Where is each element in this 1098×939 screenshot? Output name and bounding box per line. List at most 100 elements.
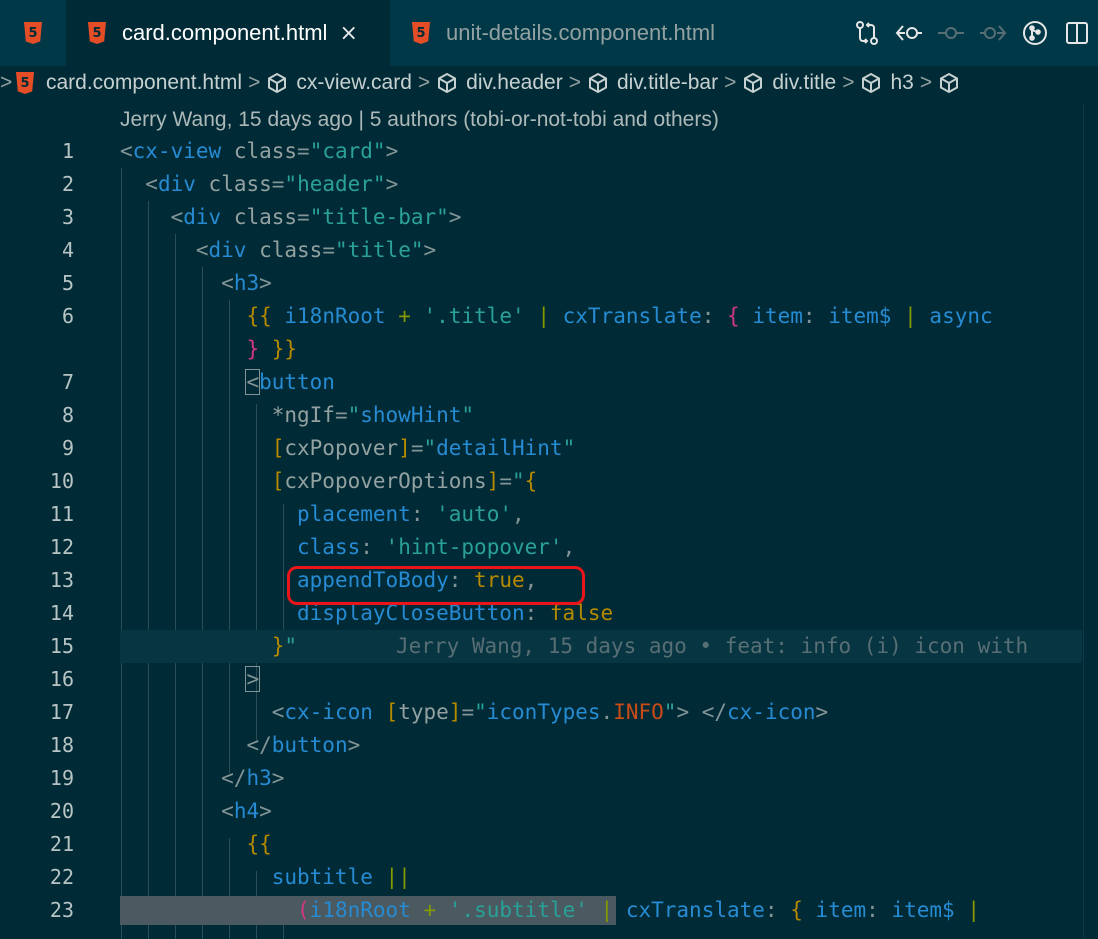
breadcrumb-label: div.header <box>466 71 563 94</box>
html5-icon: 5 <box>24 22 42 44</box>
line-number: 23 <box>49 898 74 922</box>
compare-changes-icon[interactable] <box>846 13 888 53</box>
code-text: <div class="title-bar"> <box>170 205 462 229</box>
line-number: 4 <box>61 238 74 262</box>
code-line: 12 class: 'hint-popover', <box>0 531 1098 564</box>
code-text: *ngIf="showHint" <box>271 403 475 427</box>
code-line: 10 [cxPopoverOptions]="{ <box>0 465 1098 498</box>
breadcrumb-separator: > <box>417 71 431 94</box>
close-icon[interactable]: × <box>339 21 357 46</box>
tab-label: card.component.html <box>122 20 328 45</box>
line-number: 13 <box>49 568 74 592</box>
tab-bar: 5 5 card.component.html × 5 unit-details… <box>0 0 1098 66</box>
html5-icon: 5 <box>88 22 106 44</box>
line-number: 21 <box>49 832 74 856</box>
line-number: 19 <box>49 766 74 790</box>
symbol-cube-icon <box>744 72 763 94</box>
symbol-cube-icon[interactable] <box>938 72 960 94</box>
line-number: 16 <box>49 667 74 691</box>
minimap[interactable] <box>1083 104 1098 939</box>
breadcrumb-item[interactable]: div.header <box>436 71 563 95</box>
breadcrumb-item[interactable]: cx-view.card <box>266 71 412 95</box>
line-number: 2 <box>61 172 74 196</box>
code-text: </button> <box>246 733 361 757</box>
line-number: 11 <box>49 502 74 526</box>
code-text: <button <box>245 369 335 395</box>
breadcrumb-item[interactable]: div.title-bar <box>587 71 718 95</box>
line-number: 6 <box>61 304 74 328</box>
code-text: {{ <box>246 832 272 856</box>
split-editor-icon[interactable] <box>1056 13 1098 53</box>
line-number: 14 <box>49 601 74 625</box>
breadcrumb-overflow[interactable]: > <box>0 71 12 95</box>
line-number: 10 <box>49 469 74 493</box>
line-number: 1 <box>61 139 74 163</box>
code-line: 18 </button> <box>0 729 1098 762</box>
code-line: 7 <button <box>0 366 1098 399</box>
go-back-icon[interactable] <box>888 13 930 53</box>
line-number: 5 <box>61 271 74 295</box>
code-line: 4 <div class="title"> <box>0 234 1098 267</box>
tab-html-file[interactable]: 5 <box>0 0 66 66</box>
code-line: 1 <cx-view class="card"> <box>0 135 1098 168</box>
code-text: <h4> <box>221 799 272 823</box>
inline-blame-annotation[interactable]: Jerry Wang, 15 days ago • feat: info (i)… <box>396 630 1028 663</box>
code-line: 3 <div class="title-bar"> <box>0 201 1098 234</box>
editor-actions <box>846 0 1098 66</box>
code-text: <h3> <box>221 271 272 295</box>
code-line: 23 (i18nRoot + '.subtitle' | cxTranslate… <box>0 894 1098 927</box>
line-number: 17 <box>49 700 74 724</box>
commit-icon[interactable] <box>930 13 972 53</box>
tab-card-component[interactable]: 5 card.component.html × <box>66 0 390 66</box>
go-forward-icon[interactable] <box>972 13 1014 53</box>
code-line: 20 <h4> <box>0 795 1098 828</box>
codelens-blame[interactable]: Jerry Wang, 15 days ago | 5 authors (tob… <box>120 108 719 132</box>
code-text: > <box>245 666 261 692</box>
code-text: class: 'hint-popover', <box>297 535 576 559</box>
tab-label: unit-details.component.html <box>446 20 716 45</box>
line-number: 18 <box>49 733 74 757</box>
html5-icon: 5 <box>16 72 34 94</box>
breadcrumb-item[interactable]: div.title <box>742 71 836 95</box>
breadcrumb-separator: > <box>724 71 737 94</box>
line-number: 7 <box>61 370 74 394</box>
code-line: 19 </h3> <box>0 762 1098 795</box>
line-number: 20 <box>49 799 74 823</box>
code-text: [cxPopover]="detailHint" <box>271 436 576 460</box>
code-line: 22 subtitle || <box>0 861 1098 894</box>
code-text: [cxPopoverOptions]="{ <box>271 469 538 493</box>
breadcrumb-item[interactable]: h3 <box>860 71 914 95</box>
breadcrumb-file[interactable]: card.component.html <box>46 71 242 95</box>
code-text: subtitle || <box>271 865 411 889</box>
line-number: 3 <box>61 205 74 229</box>
breadcrumb-label: div.title <box>772 71 837 94</box>
code-text: <cx-view class="card"> <box>120 139 399 163</box>
code-text: </h3> <box>221 766 285 790</box>
line-number: 8 <box>61 403 74 427</box>
code-editor[interactable]: Jerry Wang, 15 days ago | 5 authors (tob… <box>0 104 1098 939</box>
tab-unit-details-component[interactable]: 5 unit-details.component.html <box>390 0 715 66</box>
code-text: <div class="header"> <box>145 172 399 196</box>
code-line: 9 [cxPopover]="detailHint" <box>0 432 1098 465</box>
code-text: placement: 'auto', <box>297 502 525 526</box>
code-line: 11 placement: 'auto', <box>0 498 1098 531</box>
code-text: <div class="title"> <box>195 238 437 262</box>
line-number: 22 <box>49 865 74 889</box>
code-line-wrap: } }} <box>0 333 1098 366</box>
code-line: 2 <div class="header"> <box>0 168 1098 201</box>
line-number: 12 <box>49 535 74 559</box>
line-number: 9 <box>61 436 74 460</box>
code-line: 8 *ngIf="showHint" <box>0 399 1098 432</box>
code-text: <cx-icon [type]="iconTypes.INFO"> </cx-i… <box>271 700 829 724</box>
breadcrumb-separator: > <box>568 71 581 94</box>
code-line: 5 <h3> <box>0 267 1098 300</box>
symbol-cube-icon <box>268 72 287 94</box>
line-number: 15 <box>49 634 74 658</box>
code-text: (i18nRoot + '.subtitle' | cxTranslate: {… <box>297 898 980 922</box>
code-text: } }} <box>246 337 298 361</box>
html5-icon: 5 <box>412 22 430 44</box>
git-graph-icon[interactable] <box>1014 13 1056 53</box>
code-line: 21 {{ <box>0 828 1098 861</box>
symbol-cube-icon <box>438 72 457 94</box>
code-line: 17 <cx-icon [type]="iconTypes.INFO"> </c… <box>0 696 1098 729</box>
